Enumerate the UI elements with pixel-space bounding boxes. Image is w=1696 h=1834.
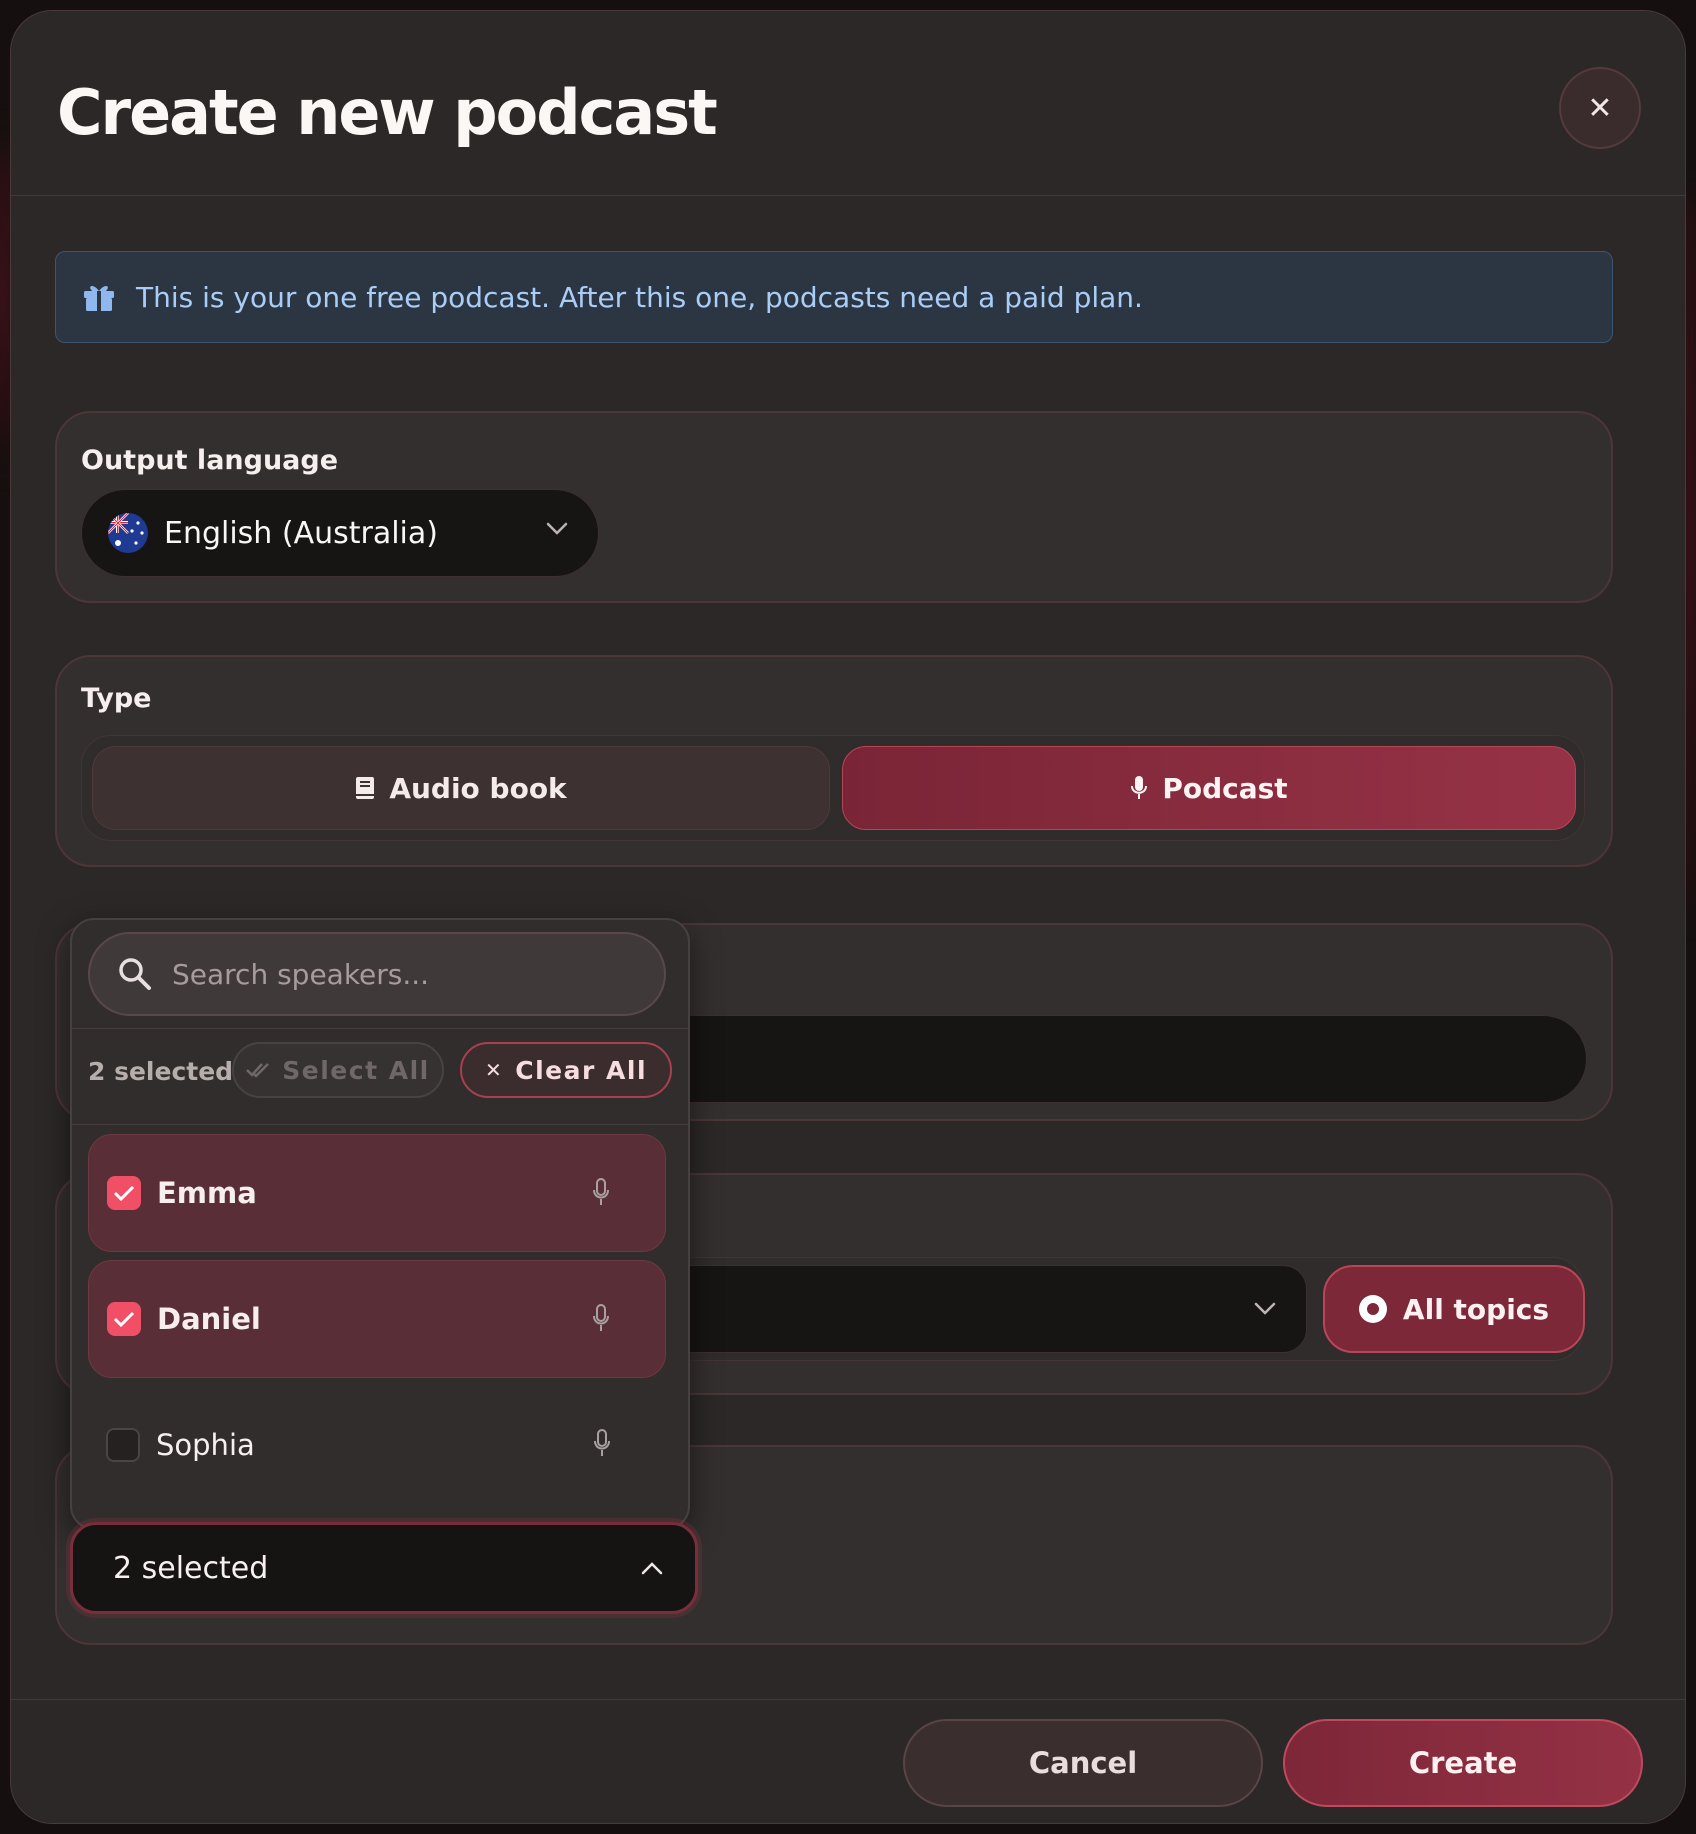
podcast-option[interactable]: Podcast <box>842 746 1576 830</box>
language-select[interactable]: English (Australia) <box>81 489 599 577</box>
audio-book-label: Audio book <box>389 771 567 805</box>
speaker-option-sophia[interactable]: Sophia <box>88 1386 666 1504</box>
chevron-up-icon <box>641 1562 663 1575</box>
clear-icon: ✕ <box>484 1058 504 1082</box>
speaker-search-input[interactable] <box>170 956 634 992</box>
gift-icon <box>84 286 114 311</box>
checkbox-checked[interactable] <box>107 1302 141 1336</box>
footer-divider <box>11 1699 1685 1700</box>
microphone-icon[interactable] <box>592 1428 612 1458</box>
dialog-title: Create new podcast <box>57 76 718 149</box>
type-section: Type Audio book Podcast <box>55 655 1613 867</box>
close-button[interactable]: ✕ <box>1559 67 1641 149</box>
microphone-icon <box>1131 776 1148 799</box>
speaker-search[interactable] <box>88 932 666 1016</box>
dialog-header: Create new podcast ✕ <box>11 11 1685 196</box>
select-all-button[interactable]: Select All <box>232 1042 444 1098</box>
selected-count: 2 selected <box>88 1057 234 1086</box>
output-language-label: Output language <box>81 445 339 476</box>
speaker-option-emma[interactable]: Emma <box>88 1134 666 1252</box>
clear-all-button[interactable]: ✕ Clear All <box>460 1042 672 1098</box>
create-button[interactable]: Create <box>1283 1719 1643 1807</box>
language-value: English (Australia) <box>164 515 438 551</box>
audio-book-option[interactable]: Audio book <box>92 746 830 830</box>
microphone-icon[interactable] <box>591 1303 611 1333</box>
free-podcast-notice: This is your one free podcast. After thi… <box>55 251 1613 343</box>
podcast-label: Podcast <box>1162 771 1288 805</box>
speaker-name: Emma <box>157 1176 257 1210</box>
divider <box>72 1124 688 1125</box>
clear-all-label: Clear All <box>515 1055 648 1085</box>
chevron-down-icon <box>1254 1302 1276 1315</box>
topic-select[interactable] <box>617 1265 1307 1353</box>
double-check-icon <box>246 1063 270 1078</box>
speaker-option-daniel[interactable]: Daniel <box>88 1260 666 1378</box>
radio-selected-icon <box>1358 1295 1387 1323</box>
notice-text: This is your one free podcast. After thi… <box>136 280 1143 314</box>
divider <box>72 1028 688 1029</box>
check-icon <box>113 1185 135 1202</box>
check-icon <box>113 1311 135 1328</box>
speaker-name: Daniel <box>157 1302 261 1336</box>
close-icon: ✕ <box>1587 90 1613 126</box>
speaker-name: Sophia <box>156 1428 255 1462</box>
speaker-select-trigger[interactable]: 2 selected <box>70 1522 698 1614</box>
microphone-icon[interactable] <box>591 1177 611 1207</box>
type-toggle-group: Audio book Podcast <box>81 735 1585 841</box>
all-topics-label: All topics <box>1402 1292 1550 1326</box>
select-all-label: Select All <box>282 1055 430 1085</box>
speaker-select-value: 2 selected <box>113 1550 269 1586</box>
search-icon <box>119 958 151 990</box>
checkbox-unchecked[interactable] <box>106 1428 140 1462</box>
checkbox-checked[interactable] <box>107 1176 141 1210</box>
chevron-down-icon <box>546 522 568 535</box>
cancel-button[interactable]: Cancel <box>903 1719 1263 1807</box>
text-field-background[interactable] <box>617 1015 1587 1103</box>
speaker-dropdown: 2 selected Select All ✕ Clear All Emma D… <box>70 918 690 1530</box>
book-icon <box>356 777 375 799</box>
type-label: Type <box>81 683 152 714</box>
australia-flag-icon <box>108 513 148 553</box>
output-language-section: Output language English (Australia) <box>55 411 1613 603</box>
all-topics-button[interactable]: All topics <box>1323 1265 1585 1353</box>
